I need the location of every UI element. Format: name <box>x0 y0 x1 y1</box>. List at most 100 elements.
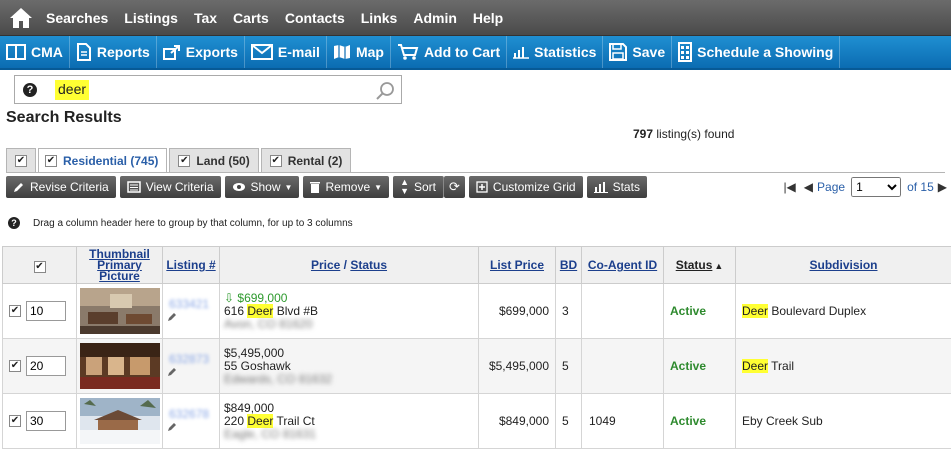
land-checkbox[interactable]: ✔ <box>178 154 191 167</box>
next-page-icon[interactable]: ▶ <box>938 180 947 194</box>
listing-number-link[interactable]: 632678 <box>163 407 209 421</box>
sort-button[interactable]: ▲ ▼ Sort <box>393 176 444 198</box>
customize-grid-button[interactable]: Customize Grid <box>468 176 583 198</box>
tab-residential[interactable]: ✔ Residential (745) <box>38 148 168 172</box>
statistics-button[interactable]: Statistics <box>507 36 604 68</box>
reports-button[interactable]: Reports <box>70 36 157 68</box>
bd-cell: 5 <box>555 338 582 394</box>
subdivision-text: Trail <box>768 359 795 373</box>
first-page-icon[interactable]: |◀ <box>783 180 795 194</box>
revise-criteria-button[interactable]: Revise Criteria <box>6 176 116 198</box>
cma-button[interactable]: CMA <box>0 36 70 68</box>
chevron-down-icon: ▼ <box>374 182 383 192</box>
add-to-cart-button[interactable]: Add to Cart <box>391 36 508 68</box>
listing-column-header[interactable]: Listing # <box>162 246 220 284</box>
tab-select-all[interactable]: ✔ <box>6 148 36 172</box>
price-status-sub-header[interactable]: Status <box>350 258 387 272</box>
stats-button[interactable]: Stats <box>586 176 647 198</box>
list-price-cell: $699,000 <box>478 283 556 339</box>
subdivision-cell: Deer Trail <box>735 338 951 394</box>
document-icon <box>76 43 91 61</box>
map-button[interactable]: Map <box>327 36 391 68</box>
search-icon[interactable] <box>375 81 395 104</box>
bar-chart-icon <box>593 182 608 193</box>
listing-number-link[interactable]: 633421 <box>163 297 209 311</box>
sequence-input[interactable] <box>26 356 66 376</box>
refresh-sort-button[interactable]: ⟳ <box>444 176 465 198</box>
schedule-showing-button[interactable]: Schedule a Showing <box>672 36 841 68</box>
previous-page-icon[interactable]: ◀ <box>804 180 813 194</box>
cart-icon <box>397 44 419 60</box>
price-column-header[interactable]: Price <box>311 258 340 272</box>
search-input[interactable]: deer <box>55 80 90 100</box>
nav-tax[interactable]: Tax <box>194 10 217 26</box>
refresh-icon: ⟳ <box>449 179 460 194</box>
subdivision-column-header[interactable]: Subdivision <box>735 246 951 284</box>
row-select-cell: ✔ <box>2 283 77 339</box>
address-part-tail: Trail Ct <box>273 413 315 428</box>
show-dropdown-button[interactable]: Show ▼ <box>224 176 300 198</box>
row-checkbox[interactable]: ✔ <box>9 415 21 427</box>
listing-thumbnail[interactable] <box>79 343 160 389</box>
listing-number-link[interactable]: 632873 <box>163 352 209 366</box>
tab-rental[interactable]: ✔ Rental (2) <box>260 148 352 172</box>
price-down-arrow-icon: ⇩ <box>224 290 235 305</box>
edit-pencil-icon[interactable] <box>167 366 177 380</box>
add-to-cart-label: Add to Cart <box>423 44 501 60</box>
help-icon[interactable]: ? <box>23 82 37 97</box>
page-label: Page <box>817 180 846 194</box>
listing-thumbnail[interactable] <box>79 398 160 444</box>
group-by-hint: ? Drag a column header here to group by … <box>8 217 353 229</box>
list-window-icon <box>126 181 141 193</box>
nav-searches[interactable]: Searches <box>46 10 108 26</box>
help-icon[interactable]: ? <box>8 217 20 229</box>
nav-links[interactable]: Links <box>361 10 398 26</box>
list-price-column-header[interactable]: List Price <box>478 246 556 284</box>
tab-residential-label: Residential (745) <box>63 153 159 168</box>
tab-land[interactable]: ✔ Land (50) <box>169 148 259 172</box>
stats-label: Stats <box>612 180 640 194</box>
edit-pencil-icon[interactable] <box>167 421 177 435</box>
tab-rental-label: Rental (2) <box>287 153 343 168</box>
nav-admin[interactable]: Admin <box>413 10 457 26</box>
row-checkbox[interactable]: ✔ <box>9 305 21 317</box>
sequence-input[interactable] <box>26 301 66 321</box>
select-all-tabs-checkbox[interactable]: ✔ <box>15 154 27 167</box>
nav-listings[interactable]: Listings <box>124 10 178 26</box>
thumbnail-column-header[interactable]: Thumbnail Primary Picture <box>76 246 163 284</box>
row-checkbox[interactable]: ✔ <box>9 360 21 372</box>
coagent-column-header[interactable]: Co-Agent ID <box>581 246 664 284</box>
residential-checkbox[interactable]: ✔ <box>45 154 57 167</box>
pencil-icon <box>14 183 23 192</box>
nav-help[interactable]: Help <box>473 10 503 26</box>
list-price-cell: $5,495,000 <box>478 338 556 394</box>
table-row[interactable]: ✔ 632873 $5,495,000 55 Goshawk Edwards, … <box>2 338 951 394</box>
exports-button[interactable]: Exports <box>157 36 245 68</box>
sequence-input[interactable] <box>26 411 66 431</box>
page-select[interactable]: 1 <box>851 177 902 197</box>
thumbnail-cell <box>76 393 163 449</box>
address-city-line: Edwards, CO 81632 <box>224 371 333 386</box>
status-column-header[interactable]: Status ▲ <box>663 246 736 284</box>
bd-column-header[interactable]: BD <box>555 246 582 284</box>
select-all-checkbox[interactable]: ✔ <box>33 260 46 273</box>
nav-contacts[interactable]: Contacts <box>285 10 345 26</box>
rental-checkbox[interactable]: ✔ <box>269 154 282 167</box>
table-row[interactable]: ✔ 632678 $849,000 220 Deer Trail Ct Eagl… <box>2 393 951 449</box>
map-label: Map <box>355 44 384 60</box>
listing-thumbnail[interactable] <box>79 288 160 334</box>
table-row[interactable]: ✔ 633421 ⇩ $699,000 616 Deer Blvd #B Avo… <box>2 283 951 339</box>
thumbnail-cell <box>76 283 163 339</box>
list-price-cell: $849,000 <box>478 393 556 449</box>
chevron-down-icon: ▼ <box>284 182 293 192</box>
email-button[interactable]: E-mail <box>245 36 327 68</box>
view-criteria-button[interactable]: View Criteria <box>119 176 221 198</box>
save-button[interactable]: Save <box>603 36 673 68</box>
home-icon[interactable] <box>4 0 38 36</box>
statistics-label: Statistics <box>534 44 597 60</box>
address-part: 616 <box>224 303 248 318</box>
nav-carts[interactable]: Carts <box>233 10 269 26</box>
edit-pencil-icon[interactable] <box>167 311 177 325</box>
remove-dropdown-button[interactable]: Remove ▼ <box>303 176 390 198</box>
results-grid: ✔ Thumbnail Primary Picture Listing # Pr… <box>2 246 951 449</box>
